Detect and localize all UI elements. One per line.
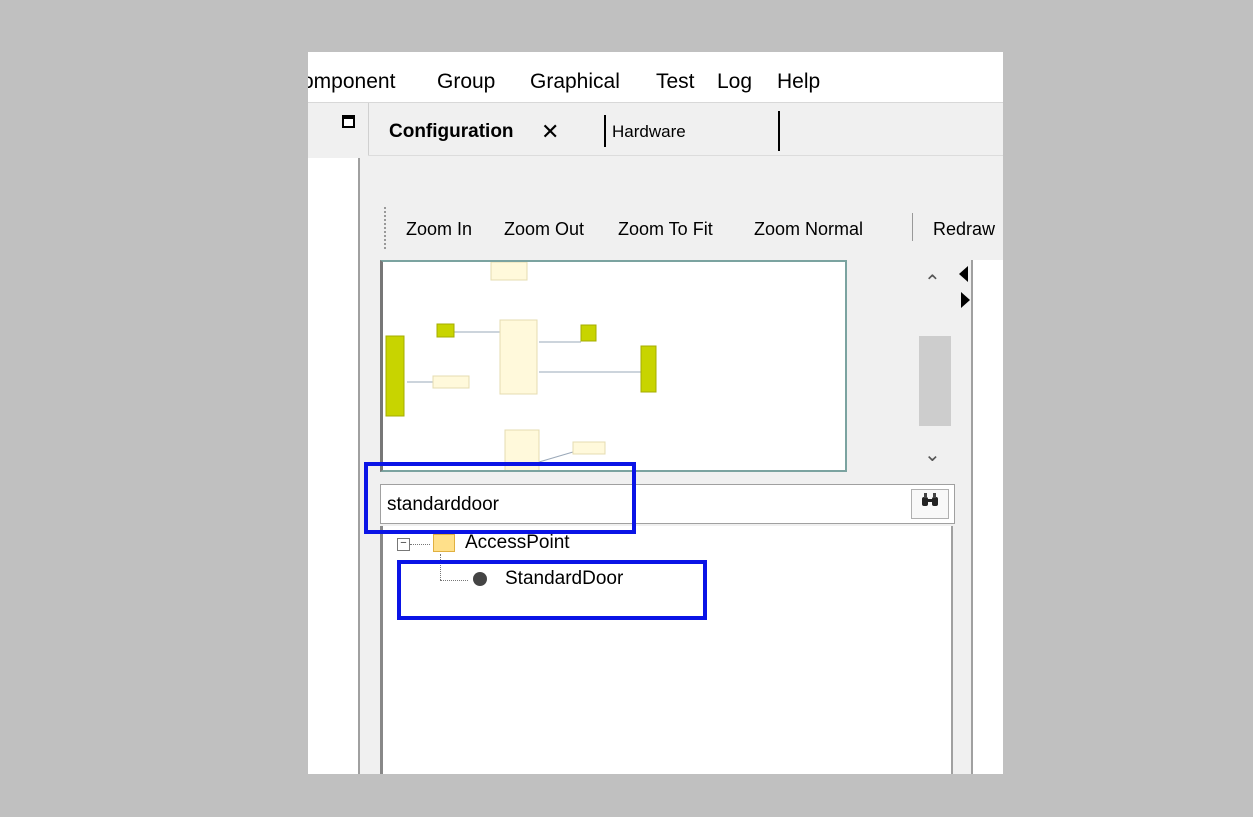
zoom-in-button[interactable]: Zoom In (406, 219, 472, 240)
tab-configuration-label: Configuration (389, 121, 514, 142)
graph-block (499, 319, 538, 395)
redraw-button[interactable]: Redraw (933, 219, 995, 240)
binoculars-glyph (922, 493, 938, 506)
graph-block (385, 335, 405, 417)
close-icon[interactable]: ✕ (541, 119, 559, 145)
scroll-down-icon[interactable]: ⌄ (924, 442, 941, 467)
tree-node-accesspoint[interactable]: AccessPoint (465, 532, 570, 554)
tree-connector (410, 544, 430, 545)
graph-overview-canvas (385, 262, 657, 470)
menu-component[interactable]: omponent (308, 70, 395, 94)
menu-help[interactable]: Help (777, 70, 820, 94)
menu-test[interactable]: Test (656, 70, 695, 94)
left-pane (308, 103, 360, 774)
zoom-out-button[interactable]: Zoom Out (504, 219, 584, 240)
collapse-icon[interactable]: − (397, 538, 410, 551)
graph-toolbar: Zoom In Zoom Out Zoom To Fit Zoom Normal… (384, 207, 1003, 251)
maximize-icon[interactable] (342, 115, 355, 128)
tab-divider (778, 111, 780, 151)
expand-right-icon[interactable] (961, 292, 970, 308)
graph-block (640, 345, 657, 393)
highlight-search (364, 462, 636, 534)
zoom-normal-button[interactable]: Zoom Normal (754, 219, 863, 240)
graph-block (572, 441, 606, 455)
menu-bar: omponent Group Graphical Test Log Help (308, 52, 1003, 103)
toolbar-grip-icon[interactable] (384, 207, 386, 251)
menu-graphical[interactable]: Graphical (530, 70, 620, 94)
tab-configuration[interactable]: Configuration ✕ (368, 103, 603, 155)
folder-icon (433, 534, 455, 552)
right-pane (971, 260, 1003, 774)
collapse-left-icon[interactable] (959, 266, 968, 282)
binoculars-icon[interactable] (911, 489, 949, 519)
graph-block (580, 324, 597, 342)
app-window: omponent Group Graphical Test Log Help C… (308, 52, 1003, 774)
menu-log[interactable]: Log (717, 70, 752, 94)
toolbar-separator (912, 213, 913, 241)
scrollbar-thumb[interactable] (919, 336, 951, 426)
tab-strip: Configuration ✕ Hardware (368, 103, 1003, 156)
menu-group[interactable]: Group (437, 70, 495, 94)
graph-block (490, 262, 528, 281)
connector-line (538, 451, 574, 463)
zoom-to-fit-button[interactable]: Zoom To Fit (618, 219, 713, 240)
graph-block (432, 375, 470, 389)
highlight-result (397, 560, 707, 620)
graph-overview[interactable] (380, 260, 847, 472)
tab-hardware[interactable]: Hardware (612, 122, 686, 142)
left-pane-content (308, 158, 360, 774)
vertical-scrollbar[interactable]: ⌃ ⌄ (916, 264, 954, 472)
scroll-up-icon[interactable]: ⌃ (924, 270, 941, 295)
graph-block (436, 323, 455, 338)
tab-divider (604, 115, 606, 147)
